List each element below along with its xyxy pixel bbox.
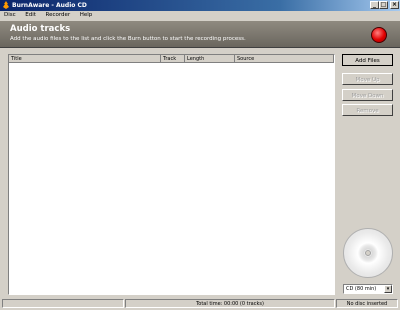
window-title: BurnAware - Audio CD <box>12 2 87 9</box>
minimize-button[interactable]: _ <box>370 1 379 9</box>
page-title: Audio tracks <box>10 24 71 34</box>
menu-bar: Disc Edit Recorder Help <box>0 11 400 20</box>
column-header-length[interactable]: Length <box>185 55 235 63</box>
header-panel: Audio tracks Add the audio files to the … <box>0 21 400 48</box>
disc-capacity-select[interactable]: CD (80 min) ▾ <box>343 284 393 294</box>
column-header-title[interactable]: Title <box>9 55 161 63</box>
menu-disc[interactable]: Disc <box>0 11 20 20</box>
title-bar: BurnAware - Audio CD _ □ × <box>0 0 400 11</box>
disc-capacity-value: CD (80 min) <box>346 286 377 292</box>
status-pane-left <box>2 299 124 308</box>
cd-hole <box>365 250 371 256</box>
chevron-down-icon[interactable]: ▾ <box>384 285 392 293</box>
track-list[interactable]: Title Track Length Source <box>8 54 335 295</box>
status-bar: Total time: 00:00 (0 tracks) No disc ins… <box>0 298 400 310</box>
status-summary: Total time: 00:00 (0 tracks) <box>125 299 335 308</box>
cd-icon <box>343 228 393 278</box>
move-up-button[interactable]: Move Up <box>342 73 393 85</box>
column-header-source[interactable]: Source <box>235 55 334 63</box>
add-files-button[interactable]: Add Files <box>342 54 393 66</box>
menu-edit[interactable]: Edit <box>21 11 40 20</box>
page-description: Add the audio files to the list and clic… <box>10 36 246 42</box>
move-down-button[interactable]: Move Down <box>342 89 393 101</box>
menu-help[interactable]: Help <box>76 11 97 20</box>
menu-recorder[interactable]: Recorder <box>42 11 75 20</box>
close-button[interactable]: × <box>390 1 399 9</box>
burnaware-app-icon <box>3 1 9 9</box>
burn-record-button[interactable] <box>371 27 387 43</box>
maximize-button[interactable]: □ <box>379 1 388 9</box>
remove-button[interactable]: Remove <box>342 104 393 116</box>
column-header-track[interactable]: Track <box>161 55 185 63</box>
status-disc-info: No disc inserted <box>336 299 398 308</box>
